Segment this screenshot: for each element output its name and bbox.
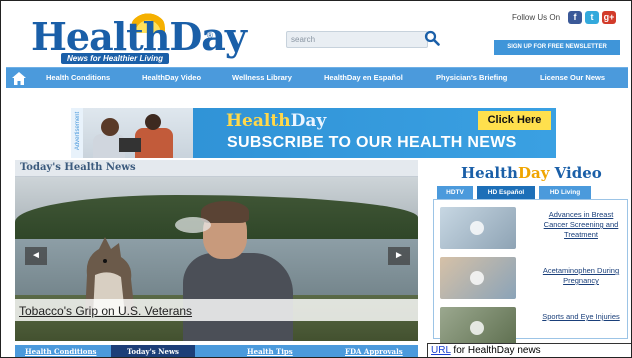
newsletter-signup-button[interactable]: SIGN UP FOR FREE NEWSLETTER: [494, 40, 620, 55]
tab-fda-approvals[interactable]: FDA Approvals: [345, 347, 403, 356]
prev-slide-button[interactable]: ◄: [25, 247, 47, 265]
nav-item-wellness-library[interactable]: Wellness Library: [232, 73, 292, 82]
url-note: URL for HealthDay news: [427, 343, 631, 357]
follow-us-label: Follow Us On: [512, 13, 561, 22]
headline-link[interactable]: Tobacco's Grip on U.S. Veterans: [19, 304, 192, 318]
nav-item-physicians-briefing[interactable]: Physician's Briefing: [436, 73, 507, 82]
ad-label-strip: Advertisement: [71, 108, 83, 158]
nav-item-health-conditions[interactable]: Health Conditions: [46, 73, 110, 82]
search-icon[interactable]: [424, 30, 440, 46]
registered-mark: ®: [207, 31, 213, 40]
url-link[interactable]: URL: [431, 345, 451, 356]
banner-photo: [83, 108, 193, 158]
banner-subtitle: SUBSCRIBE TO OUR HEALTH NEWS: [227, 134, 517, 151]
video-link[interactable]: Sports and Eye Injuries: [538, 312, 624, 322]
tab-todays-news[interactable]: Today's News: [111, 345, 195, 357]
play-icon: [470, 321, 484, 335]
page-frame: HealthDay ® News for Healthier Living se…: [0, 0, 632, 358]
tab-hd-espanol[interactable]: HD Español: [477, 186, 535, 199]
video-thumbnail[interactable]: [440, 207, 516, 249]
smoke: [175, 217, 211, 233]
news-hero-slide[interactable]: ◄ ► Tobacco's Grip on U.S. Veterans: [15, 177, 418, 341]
video-link[interactable]: Acetaminophen During Pregnancy: [538, 266, 624, 286]
todays-news-header: Today's Health News: [15, 160, 418, 177]
subscribe-banner-ad[interactable]: Advertisement HealthDay SUBSCRIBE TO OUR…: [71, 108, 556, 158]
play-icon: [470, 271, 484, 285]
facebook-icon[interactable]: f: [568, 11, 582, 24]
logo-wordmark: HealthDay: [31, 14, 247, 59]
tab-health-tips[interactable]: Health Tips: [247, 347, 293, 356]
home-icon[interactable]: [12, 72, 26, 85]
tab-hd-living[interactable]: HD Living: [539, 186, 591, 199]
search-input[interactable]: search: [286, 31, 428, 48]
nav-item-license-our-news[interactable]: License Our News: [540, 73, 605, 82]
video-thumbnail[interactable]: [440, 257, 516, 299]
twitter-icon[interactable]: t: [585, 11, 599, 24]
nav-item-healthday-video[interactable]: HealthDay Video: [142, 73, 201, 82]
healthday-video-title: HealthDay Video: [461, 164, 602, 182]
man-figure: [183, 253, 293, 341]
news-tabs: Health Conditions Today's News Health Ti…: [15, 345, 418, 357]
search-placeholder: search: [291, 35, 316, 44]
tab-hdtv[interactable]: HDTV: [437, 186, 473, 199]
logo-tagline: News for Healthier Living: [61, 53, 170, 64]
next-slide-button[interactable]: ►: [388, 247, 410, 265]
main-nav: Health Conditions HealthDay Video Wellne…: [6, 67, 628, 88]
nav-item-healthday-espanol[interactable]: HealthDay en Español: [324, 73, 403, 82]
healthday-logo[interactable]: HealthDay ® News for Healthier Living: [31, 11, 247, 67]
google-plus-icon[interactable]: g+: [602, 11, 616, 24]
play-icon: [470, 221, 484, 235]
video-list: Advances in Breast Cancer Screening and …: [433, 199, 628, 349]
video-link[interactable]: Advances in Breast Cancer Screening and …: [538, 210, 624, 240]
tab-health-conditions[interactable]: Health Conditions: [25, 347, 97, 356]
headline-caption[interactable]: Tobacco's Grip on U.S. Veterans: [15, 299, 418, 321]
banner-brand: HealthDay: [226, 111, 327, 131]
laptop-icon: [119, 138, 141, 152]
click-here-button[interactable]: Click Here: [478, 111, 551, 130]
